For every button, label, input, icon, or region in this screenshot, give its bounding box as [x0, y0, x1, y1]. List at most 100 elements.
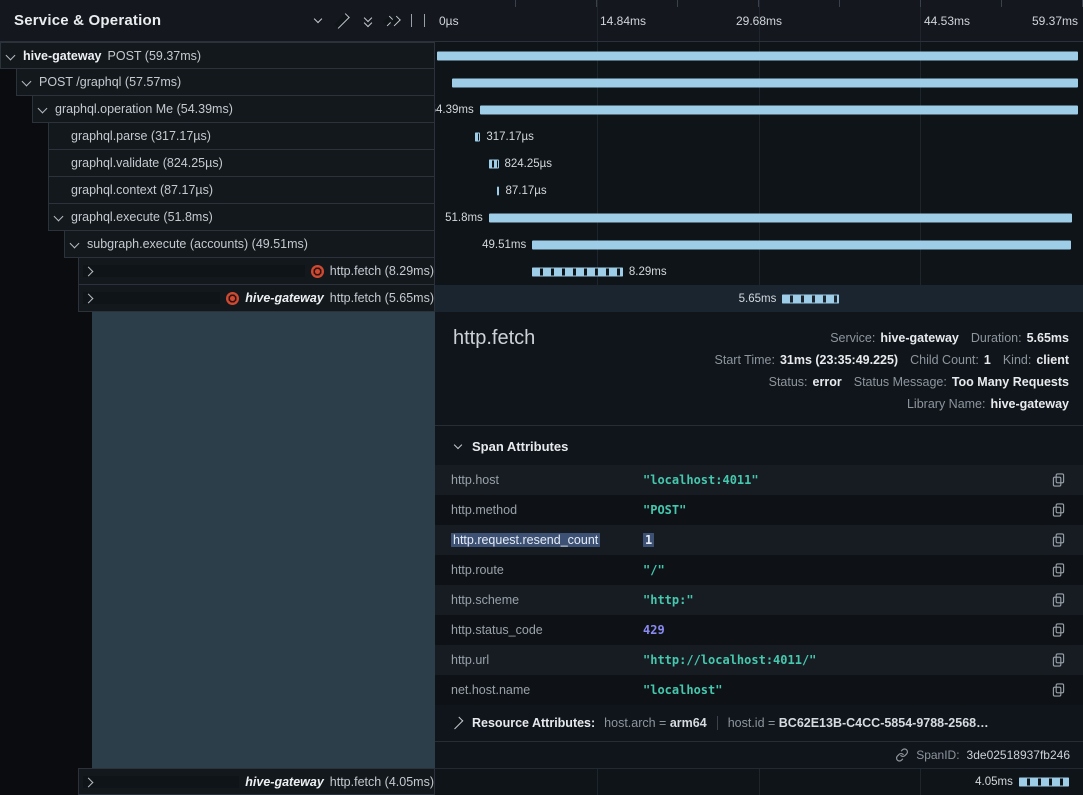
span-id-label: SpanID: — [916, 748, 959, 762]
attribute-key: http.route — [451, 563, 643, 577]
span-duration-bar[interactable] — [532, 240, 1071, 249]
attribute-row[interactable]: http.status_code 429 — [435, 615, 1083, 645]
span-tree-row[interactable]: subgraph.execute (accounts) (49.51ms) — [64, 231, 435, 258]
copy-icon[interactable] — [1050, 591, 1067, 609]
chevron-right-icon[interactable] — [336, 13, 350, 29]
attribute-row[interactable]: http.method "POST" — [435, 495, 1083, 525]
span-timeline-row[interactable]: 54.39ms — [435, 96, 1083, 123]
span-meta: Service:hive-gatewayDuration:5.65msStart… — [715, 327, 1069, 415]
panel-resize-handle[interactable] — [411, 14, 425, 27]
span-timeline-row[interactable] — [435, 69, 1083, 96]
expander-icon[interactable] — [69, 238, 81, 250]
span-tree-row[interactable]: http.fetch (8.29ms) — [78, 258, 435, 285]
expander-icon[interactable] — [53, 184, 65, 196]
attribute-value: "localhost" — [643, 683, 1050, 697]
attribute-row[interactable]: net.host.name "localhost" — [435, 675, 1083, 705]
span-tree-row[interactable]: POST /graphql (57.57ms) — [16, 69, 435, 96]
timeline-ruler: 0µs14.84ms29.68ms44.53ms59.37ms — [435, 0, 1083, 42]
copy-icon[interactable] — [1050, 651, 1067, 669]
span-tree-row[interactable]: graphql.validate (824.25µs) — [48, 150, 435, 177]
resource-attributes-header[interactable]: Resource Attributes: host.arch = arm64ho… — [435, 705, 1083, 741]
expander-icon[interactable] — [83, 776, 239, 788]
copy-icon[interactable] — [1050, 621, 1067, 639]
attribute-row[interactable]: http.url "http://localhost:4011/" — [435, 645, 1083, 675]
attribute-value: "/" — [643, 563, 1050, 577]
span-timeline-row[interactable]: 824.25µs — [435, 150, 1083, 177]
expander-icon[interactable] — [5, 50, 17, 62]
copy-icon[interactable] — [1050, 681, 1067, 699]
span-label: subgraph.execute (accounts) (49.51ms) — [87, 237, 308, 251]
expander-icon[interactable] — [53, 157, 65, 169]
copy-icon[interactable] — [1050, 531, 1067, 549]
span-meta-pair: Duration:5.65ms — [971, 327, 1069, 349]
ruler-tick-label: 29.68ms — [736, 14, 782, 28]
expand-all-icon[interactable] — [361, 13, 375, 29]
span-timeline-row[interactable]: 8.29ms — [435, 258, 1083, 285]
meta-value: hive-gateway — [990, 393, 1069, 415]
span-timeline-row[interactable]: 49.51ms — [435, 231, 1083, 258]
copy-icon[interactable] — [1050, 471, 1067, 489]
span-tree-row[interactable]: graphql.parse (317.17µs) — [48, 123, 435, 150]
span-duration-bar[interactable] — [475, 132, 481, 141]
span-timeline-row[interactable]: 4.05ms — [435, 769, 1083, 795]
span-duration-bar[interactable] — [489, 213, 1072, 222]
expander-icon[interactable] — [83, 292, 220, 304]
span-label: graphql.validate (824.25µs) — [71, 156, 223, 170]
span-attributes-header[interactable]: Span Attributes — [435, 426, 1083, 465]
span-timeline-row[interactable]: 51.8ms — [435, 204, 1083, 231]
span-meta-line: Library Name:hive-gateway — [907, 393, 1069, 415]
timeline-rows: 54.39ms 317.17µs 824.25µs 87.17µs 51.8ms… — [435, 42, 1083, 312]
expander-icon[interactable] — [37, 103, 49, 115]
resource-value: arm64 — [670, 716, 707, 730]
span-tree-row[interactable]: hive-gateway http.fetch (5.65ms) — [78, 285, 435, 312]
span-timeline-row[interactable]: 317.17µs — [435, 123, 1083, 150]
chevron-down-icon[interactable] — [311, 13, 325, 29]
span-duration-bar[interactable] — [489, 159, 499, 168]
expander-icon[interactable] — [53, 130, 65, 142]
attribute-row[interactable]: http.request.resend_count 1 — [435, 525, 1083, 555]
span-duration-bar[interactable] — [497, 186, 499, 195]
span-tree-row[interactable]: hive-gateway http.fetch (4.05ms) — [78, 768, 435, 795]
resource-value: BC62E13B-C4CC-5854-9788-2568… — [779, 716, 989, 730]
span-tree-bottom: hive-gateway http.fetch (4.05ms) — [0, 768, 435, 795]
span-tree-row[interactable]: graphql.operation Me (54.39ms) — [32, 96, 435, 123]
meta-label: Library Name: — [907, 393, 986, 415]
span-duration-bar[interactable] — [532, 267, 623, 276]
attribute-row[interactable]: http.route "/" — [435, 555, 1083, 585]
span-timeline-row[interactable] — [435, 42, 1083, 69]
span-label: POST /graphql (57.57ms) — [39, 75, 181, 89]
span-id-value: 3de02518937fb246 — [967, 748, 1070, 762]
copy-icon[interactable] — [1050, 561, 1067, 579]
meta-value: Too Many Requests — [952, 371, 1069, 393]
attribute-key: http.host — [451, 473, 643, 487]
span-duration-bar[interactable] — [437, 51, 1079, 60]
span-meta-line: Service:hive-gatewayDuration:5.65ms — [830, 327, 1069, 349]
collapse-all-icon[interactable] — [386, 13, 400, 29]
trace-viewer-window: Service & Operation hive-gateway POST (5… — [0, 0, 1083, 795]
tree-toolbar — [311, 13, 425, 29]
expander-icon[interactable] — [21, 76, 33, 88]
span-timeline-row[interactable]: 87.17µs — [435, 177, 1083, 204]
span-timeline-row[interactable]: 5.65ms — [435, 285, 1083, 312]
attribute-key-text: http.method — [451, 503, 517, 517]
span-duration-bar[interactable] — [452, 78, 1079, 87]
ruler-tick-label: 44.53ms — [924, 14, 970, 28]
span-tree-row[interactable]: hive-gateway POST (59.37ms) — [0, 42, 435, 69]
attribute-value-text: "http://localhost:4011/" — [643, 653, 816, 667]
selected-span-region[interactable] — [92, 312, 435, 768]
expander-icon[interactable] — [53, 211, 65, 223]
attribute-row[interactable]: http.host "localhost:4011" — [435, 465, 1083, 495]
link-icon[interactable] — [895, 748, 909, 762]
span-tree-row[interactable]: graphql.context (87.17µs) — [48, 177, 435, 204]
span-duration-bar[interactable] — [1019, 778, 1069, 787]
span-tree-row[interactable]: graphql.execute (51.8ms) — [48, 204, 435, 231]
attribute-key-text: http.request.resend_count — [451, 533, 600, 547]
span-duration-bar[interactable] — [480, 105, 1079, 114]
attribute-row[interactable]: http.scheme "http:" — [435, 585, 1083, 615]
attribute-value-text: 1 — [643, 533, 654, 547]
expander-icon[interactable] — [83, 265, 305, 277]
copy-icon[interactable] — [1050, 501, 1067, 519]
meta-label: Status Message: — [854, 371, 947, 393]
span-label: graphql.operation Me (54.39ms) — [55, 102, 233, 116]
span-duration-bar[interactable] — [782, 294, 838, 303]
